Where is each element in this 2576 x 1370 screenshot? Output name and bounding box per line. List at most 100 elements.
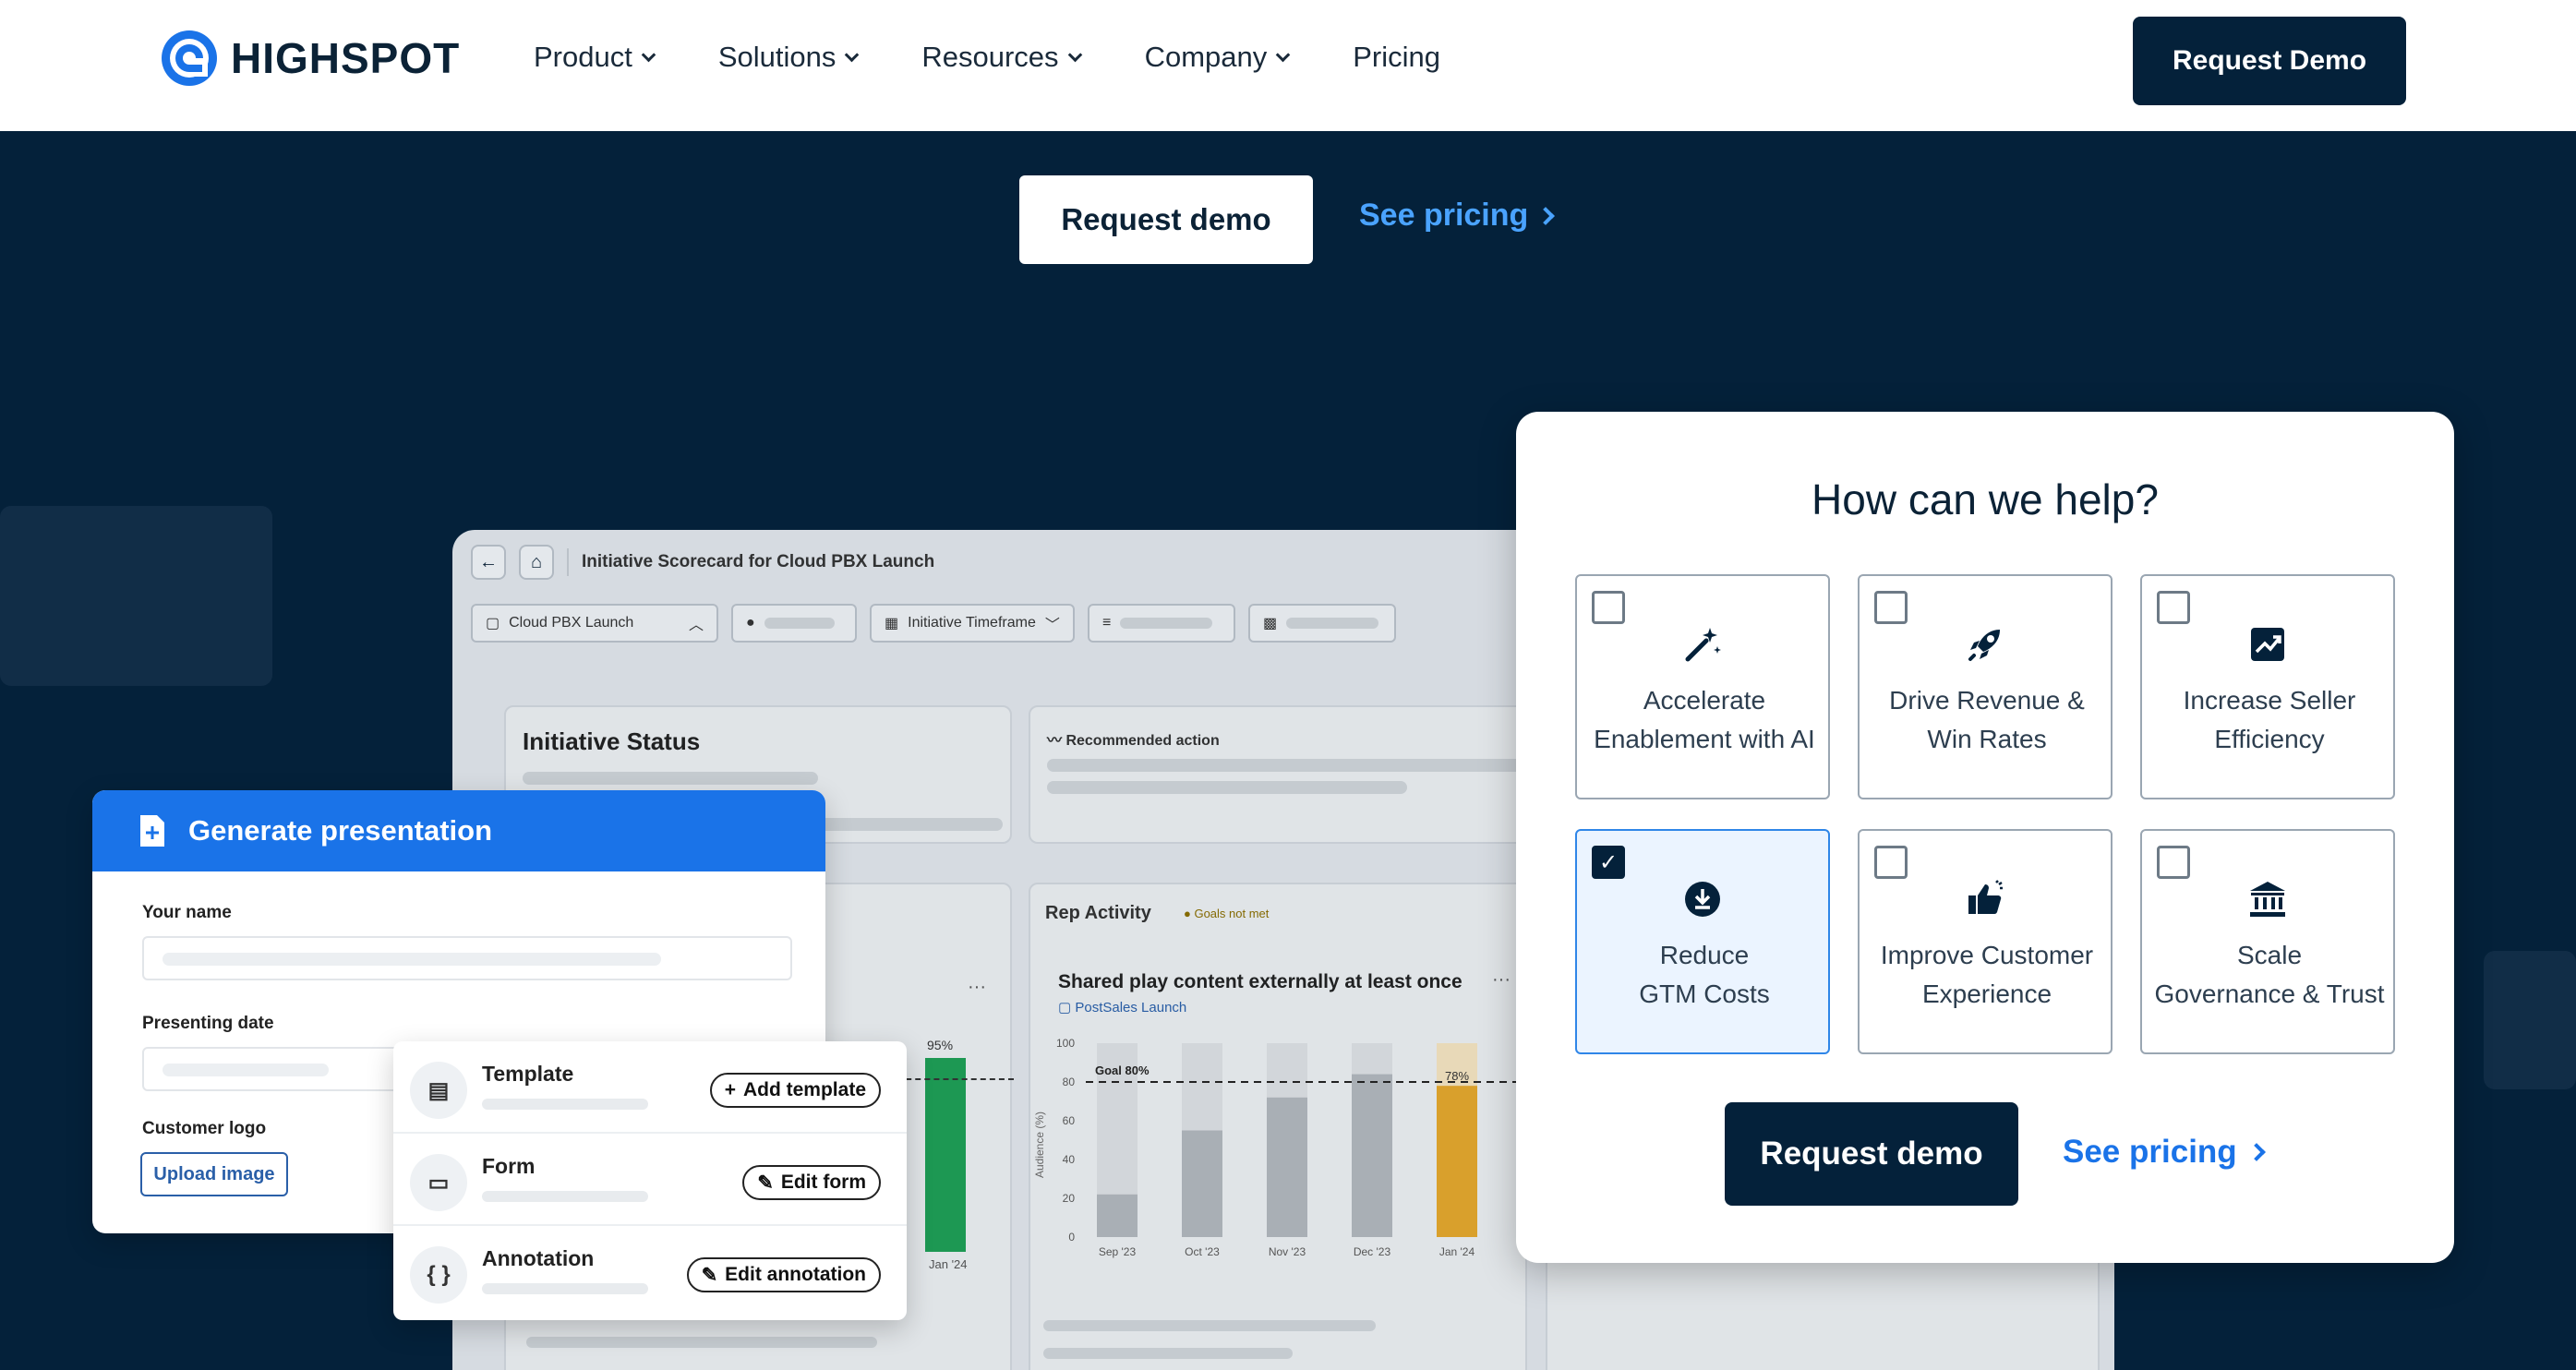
recommended-action-text: Recommended action bbox=[1065, 733, 1220, 749]
rep-activity-title: Rep Activity bbox=[1045, 903, 1151, 923]
divider bbox=[567, 548, 569, 576]
plus-icon: + bbox=[724, 1079, 736, 1100]
edit-annotation-label: Edit annotation bbox=[725, 1264, 866, 1285]
bar-jan-24 bbox=[925, 1058, 966, 1252]
option-improve-customer-experience[interactable]: Improve Customer Experience bbox=[1858, 829, 2113, 1054]
bar-nov23 bbox=[1267, 1097, 1307, 1237]
nav-product[interactable]: Product bbox=[534, 41, 656, 74]
logo-text: HIGHSPOT bbox=[231, 34, 461, 82]
help-request-demo-button[interactable]: Request demo bbox=[1725, 1102, 2018, 1206]
option-label: Scale Governance & Trust bbox=[2151, 936, 2388, 1014]
placeholder-line bbox=[482, 1283, 648, 1294]
download-circle-icon bbox=[1577, 879, 1828, 919]
filter-initiative[interactable]: ▢ Cloud PBX Launch ︿ bbox=[471, 604, 718, 643]
see-pricing-label: See pricing bbox=[2063, 1134, 2237, 1170]
add-template-button[interactable]: + Add template bbox=[709, 1073, 881, 1108]
chevron-up-icon: ︿ bbox=[688, 618, 704, 633]
bar-oct23 bbox=[1182, 1130, 1222, 1237]
checkbox[interactable] bbox=[1874, 846, 1908, 879]
x-tick-label: Jan '24 bbox=[1439, 1245, 1475, 1258]
placeholder-line bbox=[1043, 1320, 1376, 1331]
nav-company[interactable]: Company bbox=[1144, 41, 1291, 74]
goals-badge: ● Goals not met bbox=[1184, 907, 1269, 920]
your-name-field[interactable] bbox=[142, 936, 792, 980]
nav-pricing[interactable]: Pricing bbox=[1353, 41, 1440, 74]
option-label: Increase Seller Efficiency bbox=[2151, 681, 2388, 759]
nav-resources-label: Resources bbox=[921, 41, 1059, 73]
upload-image-button[interactable]: Upload image bbox=[140, 1152, 288, 1196]
checkbox[interactable] bbox=[1874, 591, 1908, 624]
filter-user[interactable]: ● bbox=[731, 604, 857, 643]
checkbox[interactable] bbox=[2157, 846, 2190, 879]
dashboard-title: Initiative Scorecard for Cloud PBX Launc… bbox=[582, 552, 935, 571]
option-accelerate-enablement[interactable]: Accelerate Enablement with AI bbox=[1575, 574, 1830, 799]
option-label: Drive Revenue & Win Rates bbox=[1869, 681, 2105, 759]
filter-sort[interactable]: ≡ bbox=[1088, 604, 1235, 643]
hero-request-demo-button[interactable]: Request demo bbox=[1019, 175, 1313, 264]
option-label: Reduce GTM Costs bbox=[1586, 936, 1823, 1014]
x-tick-label: Nov '23 bbox=[1269, 1245, 1306, 1258]
dashboard-header: ← ⌂ Initiative Scorecard for Cloud PBX L… bbox=[471, 545, 934, 580]
bar-dec23 bbox=[1352, 1074, 1392, 1237]
form-row: ▭ Form ✎ Edit form bbox=[393, 1134, 907, 1226]
option-label-line2: Experience bbox=[1921, 979, 2052, 1008]
edit-form-button[interactable]: ✎ Edit form bbox=[742, 1165, 881, 1200]
checkbox[interactable] bbox=[1592, 591, 1625, 624]
bar-jan24 bbox=[1437, 1086, 1477, 1237]
placeholder-line bbox=[482, 1099, 648, 1110]
placeholder-line bbox=[1043, 1348, 1293, 1359]
edit-annotation-button[interactable]: ✎ Edit annotation bbox=[686, 1257, 881, 1292]
edit-form-label: Edit form bbox=[780, 1172, 866, 1193]
bar-value-label: 78% bbox=[1445, 1069, 1469, 1083]
see-pricing-label: See pricing bbox=[1359, 198, 1529, 233]
back-arrow-icon[interactable]: ← bbox=[471, 545, 506, 580]
placeholder-line bbox=[163, 1064, 329, 1076]
help-see-pricing-link[interactable]: See pricing bbox=[2063, 1134, 2266, 1171]
option-scale-governance[interactable]: Scale Governance & Trust bbox=[2140, 829, 2395, 1054]
nav-resources[interactable]: Resources bbox=[921, 41, 1082, 74]
dashboard-filters: ▢ Cloud PBX Launch ︿ ● ▦ Initiative Timefra… bbox=[471, 604, 1396, 643]
template-title: Template bbox=[482, 1062, 574, 1086]
form-icon: ▭ bbox=[410, 1154, 467, 1211]
filter-grid[interactable]: ▩ bbox=[1248, 604, 1396, 643]
y-axis-label: Audience (%) bbox=[1033, 1112, 1046, 1178]
chevron-down-icon bbox=[1067, 47, 1082, 62]
nav-menu: Product Solutions Resources Company Pric… bbox=[534, 41, 1505, 74]
option-label-line2: Win Rates bbox=[1927, 725, 2047, 753]
more-icon[interactable]: ··· bbox=[968, 977, 986, 998]
hero-see-pricing-link[interactable]: See pricing bbox=[1359, 198, 1556, 234]
placeholder-line bbox=[1286, 618, 1379, 629]
nav-company-label: Company bbox=[1144, 41, 1268, 73]
user-icon: ● bbox=[746, 615, 755, 631]
placeholder-line bbox=[523, 772, 818, 785]
checkbox[interactable] bbox=[2157, 591, 2190, 624]
highspot-logo-icon bbox=[162, 30, 217, 86]
activity-icon: 〰 bbox=[1047, 733, 1066, 749]
calendar-icon: ▦ bbox=[885, 616, 899, 631]
filter-timeframe[interactable]: ▦ Initiative Timeframe ﹀ bbox=[870, 604, 1075, 643]
how-can-we-help-card: How can we help? Accelerate Enablement wi… bbox=[1516, 412, 2454, 1263]
home-icon[interactable]: ⌂ bbox=[519, 545, 554, 580]
nav-solutions[interactable]: Solutions bbox=[718, 41, 860, 74]
annotation-title: Annotation bbox=[482, 1246, 595, 1270]
placeholder-line bbox=[1120, 618, 1213, 629]
highspot-logo[interactable]: HIGHSPOT bbox=[159, 28, 460, 89]
option-increase-seller-efficiency[interactable]: Increase Seller Efficiency bbox=[2140, 574, 2395, 799]
nav-pricing-label: Pricing bbox=[1353, 41, 1441, 73]
y-tick-label: 100 bbox=[1056, 1037, 1075, 1050]
x-tick-label: Jan '24 bbox=[929, 1257, 968, 1271]
y-tick-label: 60 bbox=[1063, 1114, 1076, 1127]
rep-activity-chart: 0 20 40 60 80 100 Audience (%) Sep '23 Oct '23 No… bbox=[1033, 1037, 1529, 1258]
option-label-line2: Governance & Trust bbox=[2154, 979, 2385, 1008]
trend-up-icon bbox=[2142, 624, 2393, 665]
x-tick-label: Sep '23 bbox=[1099, 1245, 1137, 1258]
option-drive-revenue[interactable]: Drive Revenue & Win Rates bbox=[1858, 574, 2113, 799]
your-name-label: Your name bbox=[142, 903, 232, 922]
placeholder-line bbox=[1047, 781, 1407, 794]
nav-request-demo-button[interactable]: Request Demo bbox=[2133, 17, 2406, 105]
checkbox-checked[interactable]: ✓ bbox=[1592, 846, 1625, 879]
option-reduce-gtm-costs[interactable]: ✓ Reduce GTM Costs bbox=[1575, 829, 1830, 1054]
background-card bbox=[0, 506, 272, 686]
placeholder-line bbox=[482, 1191, 648, 1202]
option-label-line2: Enablement with AI bbox=[1594, 725, 1815, 753]
